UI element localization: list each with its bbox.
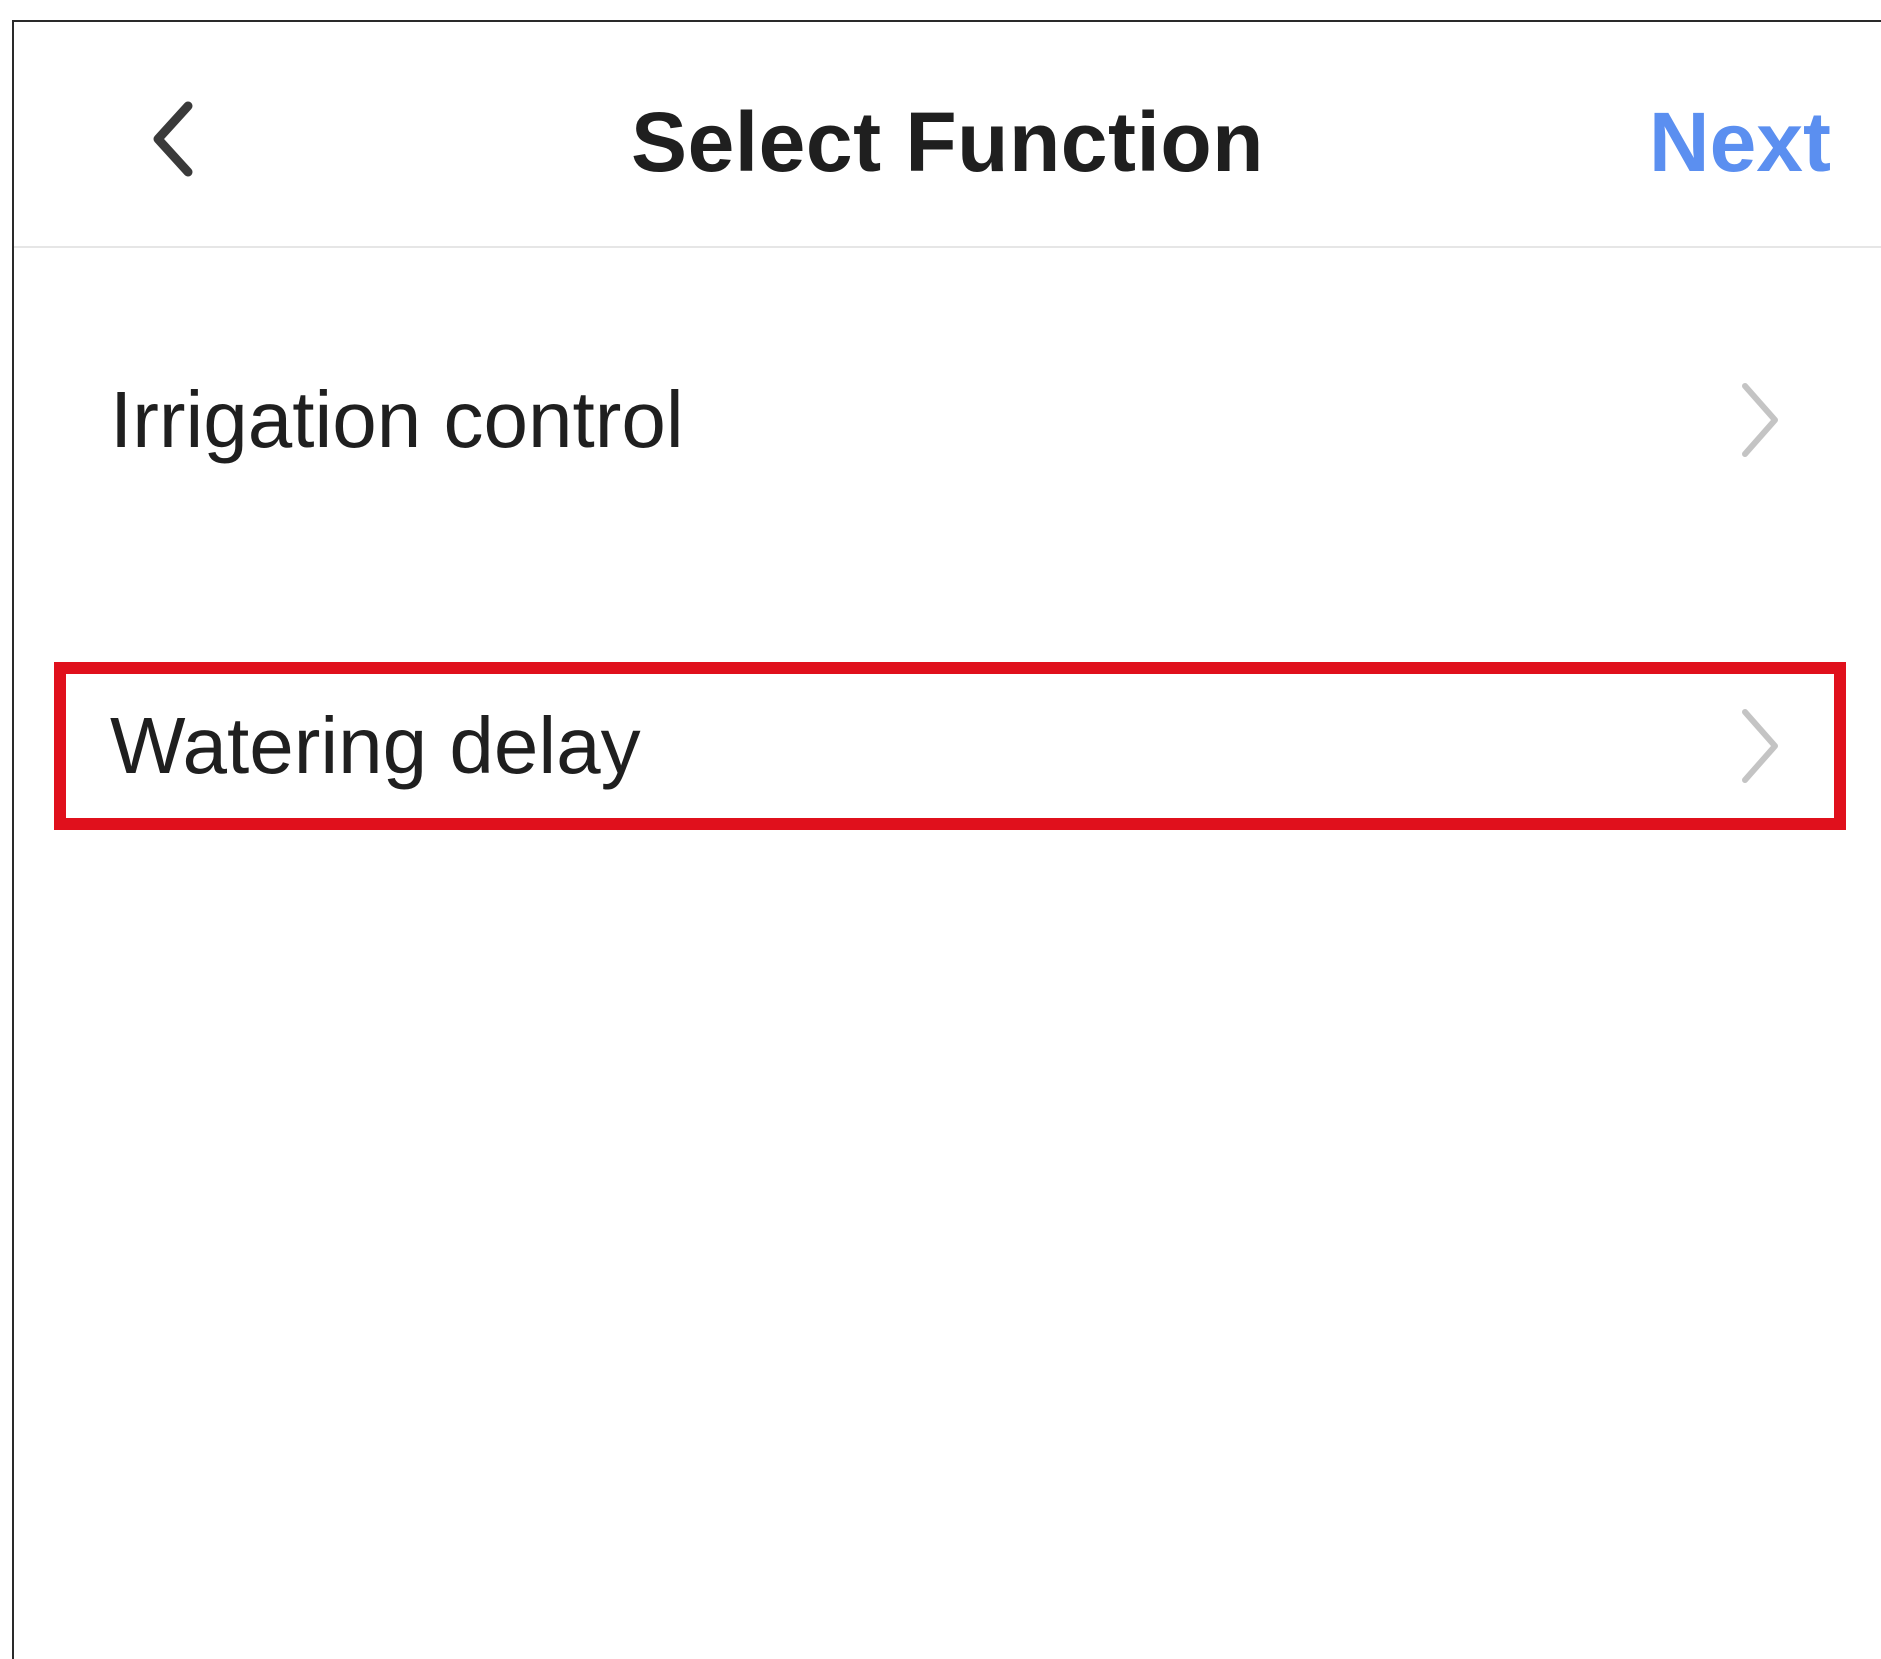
list-item-irrigation-control[interactable]: Irrigation control	[54, 336, 1846, 504]
chevron-right-icon	[1730, 375, 1790, 465]
next-button[interactable]: Next	[1649, 92, 1831, 192]
app-screen: Select Function Next Irrigation control …	[12, 20, 1881, 1659]
list-item-label: Irrigation control	[110, 375, 684, 464]
list-item-watering-delay[interactable]: Watering delay	[54, 662, 1846, 830]
nav-bar: Select Function Next	[14, 22, 1881, 248]
chevron-right-icon	[1730, 701, 1790, 791]
page-title: Select Function	[631, 95, 1264, 189]
list-item-label: Watering delay	[110, 701, 641, 790]
